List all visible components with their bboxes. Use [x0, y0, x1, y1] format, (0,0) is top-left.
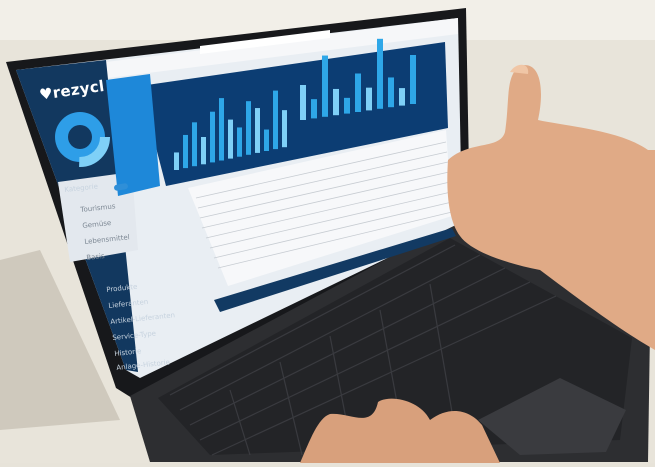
sidebar-item-service-type[interactable]: Service-Type — [112, 329, 156, 342]
sidebar-item-gemuese[interactable]: Gemüse — [82, 219, 112, 230]
brand-logo-text: ♥rezycl — [38, 76, 106, 104]
sidebar-item-lebensmittel[interactable]: Lebensmittel — [84, 233, 130, 246]
sidebar-item-anlage-historie[interactable]: Anlage-Historie — [116, 358, 170, 372]
sidebar-item-produkte[interactable]: Produkte — [106, 283, 138, 294]
toggle-switch[interactable] — [113, 182, 129, 192]
sidebar-item-tourismus[interactable]: Tourismus — [80, 202, 116, 214]
photo-scene: ♥rezycl Kategorie Tourismus Gemüse Leben… — [0, 0, 655, 463]
sidebar-item-basis[interactable]: Basis — [86, 252, 105, 262]
sidebar-item-lieferanten[interactable]: Lieferanten — [108, 298, 149, 310]
sidebar-heading: Kategorie — [64, 182, 99, 194]
dashboard-screen: ♥rezycl Kategorie Tourismus Gemüse Leben… — [0, 0, 655, 463]
sidebar-item-artikel-lieferanten[interactable]: Artikel-Lieferanten — [110, 311, 175, 326]
sidebar-item-historie[interactable]: Historie — [114, 347, 142, 358]
